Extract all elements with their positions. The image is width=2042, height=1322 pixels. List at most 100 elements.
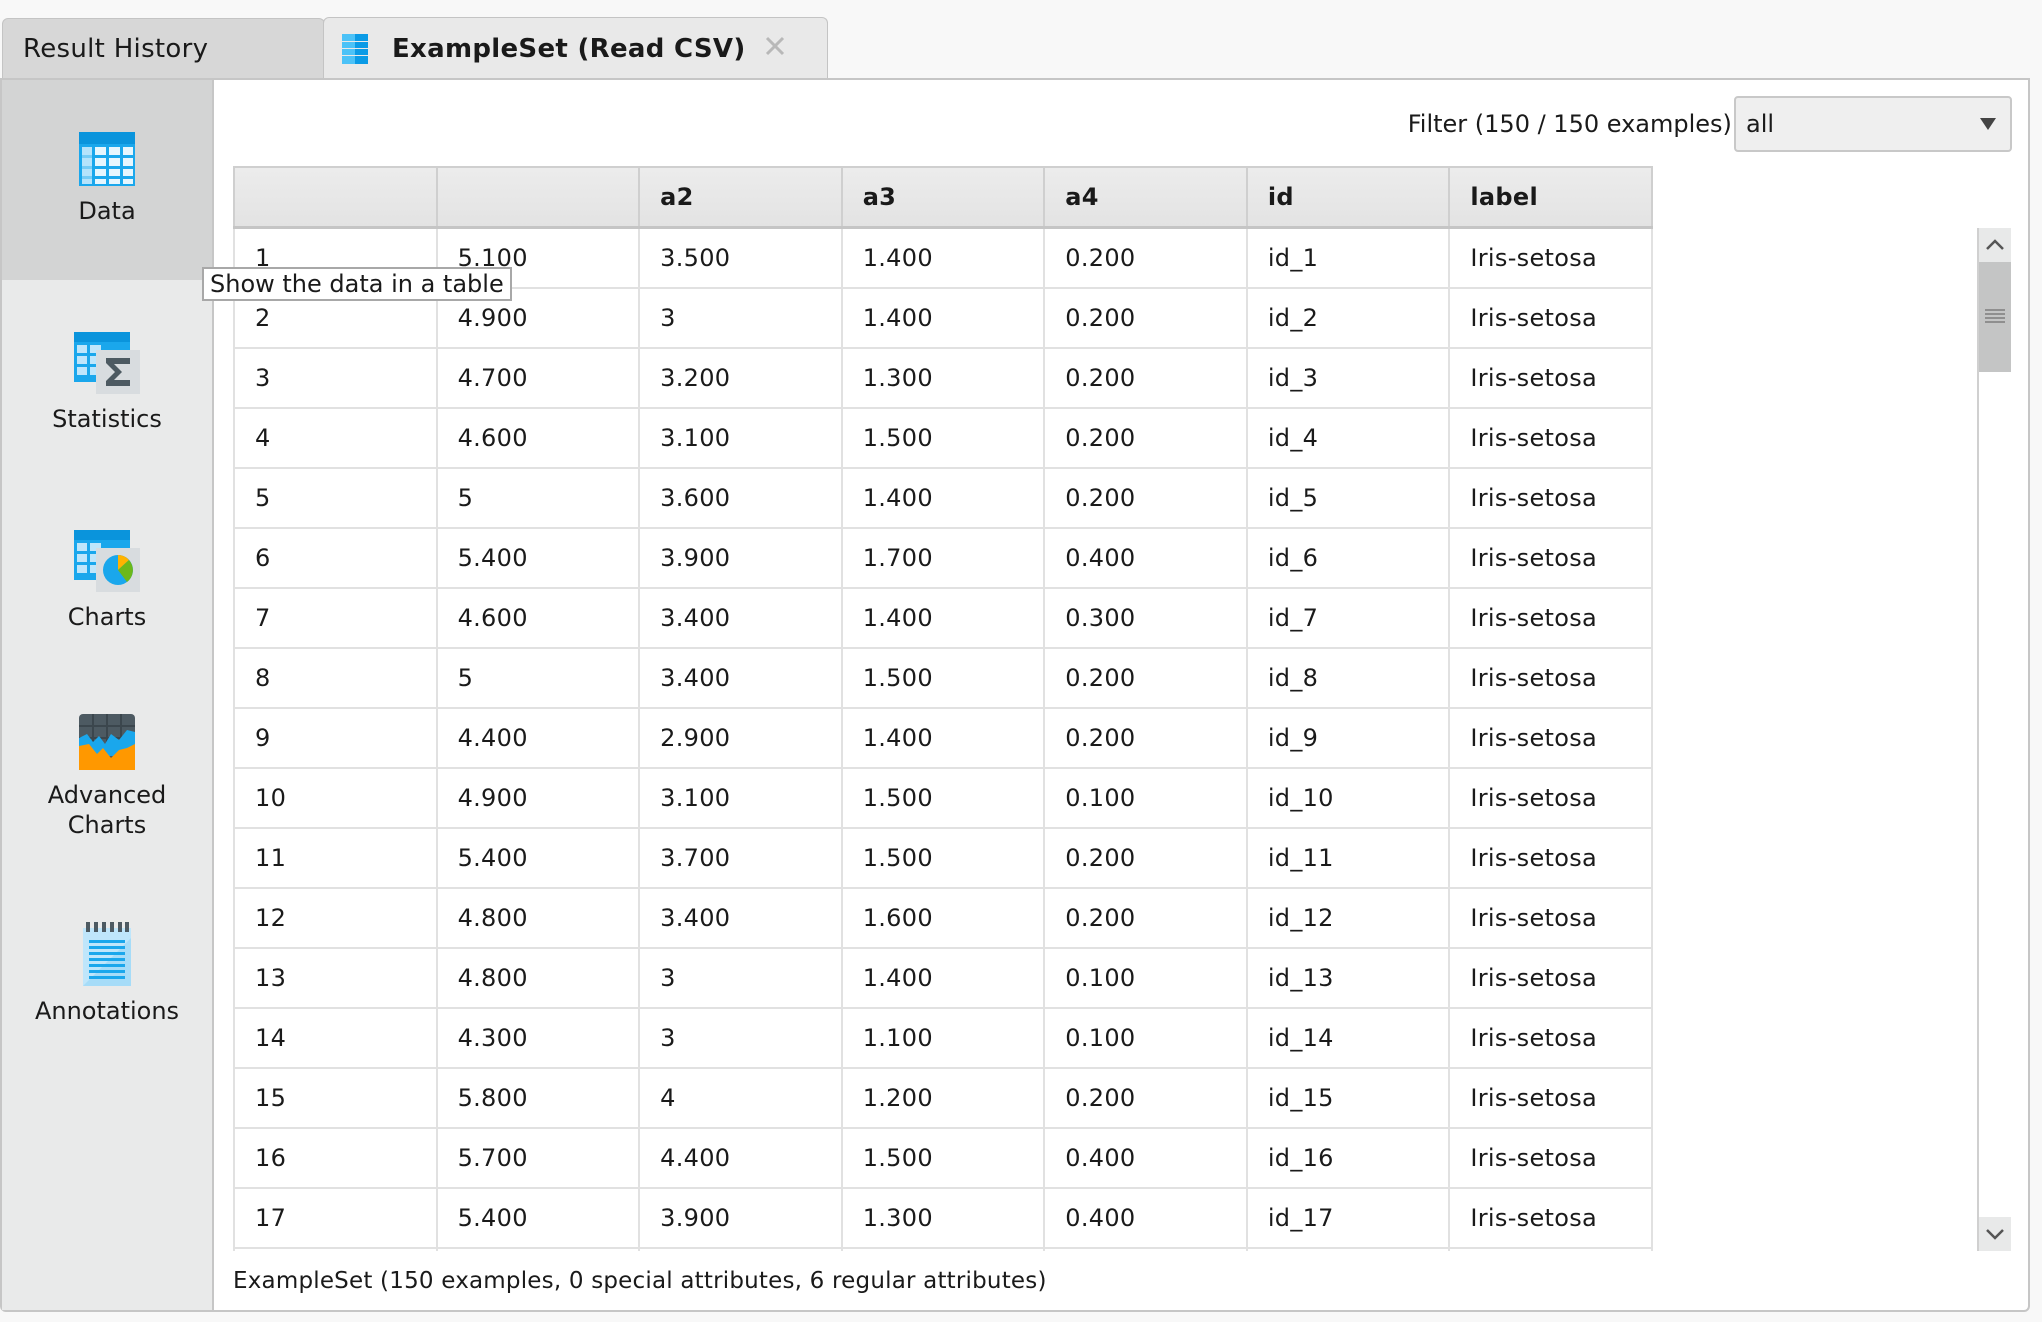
table-cell[interactable]: 1.500 <box>840 407 1046 469</box>
table-cell[interactable]: Iris-setosa <box>1448 467 1653 529</box>
table-row[interactable]: 9 4.400 2.900 1.400 0.200 id_9 Iris-setosa <box>233 707 1653 769</box>
table-cell[interactable]: 0.100 <box>1043 1007 1248 1069</box>
table-cell[interactable]: Iris-setosa <box>1448 827 1653 889</box>
table-cell[interactable]: 3.200 <box>638 347 843 409</box>
table-row[interactable]: 3 4.700 3.200 1.300 0.200 id_3 Iris-setosa <box>233 347 1653 409</box>
table-cell[interactable]: 5.700 <box>435 1127 641 1189</box>
table-row[interactable]: 14 4.300 3 1.100 0.100 id_14 Iris-setosa <box>233 1007 1653 1069</box>
table-row[interactable]: 15 5.800 4 1.200 0.200 id_15 Iris-setosa <box>233 1067 1653 1129</box>
table-cell[interactable]: 0.200 <box>1043 287 1248 349</box>
table-cell[interactable]: 6 <box>233 527 438 589</box>
table-cell[interactable]: 3 <box>638 1007 843 1069</box>
table-cell[interactable]: id_10 <box>1245 767 1451 829</box>
table-cell[interactable]: id_4 <box>1245 407 1451 469</box>
sidebar-item-advanced-charts[interactable]: Advanced Charts <box>2 714 212 840</box>
table-cell[interactable]: 3.700 <box>638 827 843 889</box>
table-cell[interactable]: 0.200 <box>1043 226 1248 289</box>
table-cell[interactable]: 16 <box>233 1127 438 1189</box>
table-row[interactable]: 6 5.400 3.900 1.700 0.400 id_6 Iris-setosa <box>233 527 1653 589</box>
table-cell[interactable]: 1.400 <box>840 587 1046 649</box>
table-cell[interactable]: 1.400 <box>840 226 1046 289</box>
table-row[interactable]: 17 5.400 3.900 1.300 0.400 id_17 Iris-setosa <box>233 1187 1653 1249</box>
table-cell[interactable]: Iris-setosa <box>1448 587 1653 649</box>
table-cell[interactable]: 1.400 <box>840 467 1046 529</box>
table-cell[interactable]: 3.400 <box>638 587 843 649</box>
table-cell[interactable]: 15 <box>233 1067 438 1129</box>
tab-result-history[interactable]: Result History <box>2 18 325 78</box>
table-cell[interactable]: 4 <box>638 1067 843 1129</box>
table-cell[interactable]: 5.400 <box>435 827 641 889</box>
table-cell[interactable]: Iris-setosa <box>1448 407 1653 469</box>
table-row[interactable]: 12 4.800 3.400 1.600 0.200 id_12 Iris-setosa <box>233 887 1653 949</box>
table-cell[interactable] <box>638 1247 843 1251</box>
table-cell[interactable]: 5 <box>435 647 641 709</box>
table-cell[interactable]: 1.500 <box>840 767 1046 829</box>
table-cell[interactable]: 4.600 <box>435 587 641 649</box>
table-row[interactable]: 11 5.400 3.700 1.500 0.200 id_11 Iris-setosa <box>233 827 1653 889</box>
table-cell[interactable]: 2.900 <box>638 707 843 769</box>
table-cell[interactable]: 3 <box>638 287 843 349</box>
table-cell[interactable]: id_16 <box>1245 1127 1451 1189</box>
column-header-a2[interactable]: a2 <box>638 166 843 229</box>
table-cell[interactable]: Iris-setosa <box>1448 1187 1653 1249</box>
table-cell[interactable]: id_7 <box>1245 587 1451 649</box>
table-cell[interactable]: 4.900 <box>435 767 641 829</box>
table-cell[interactable]: 1.600 <box>840 887 1046 949</box>
table-cell[interactable]: 1.400 <box>840 707 1046 769</box>
table-cell[interactable]: 1.300 <box>840 1187 1046 1249</box>
table-cell[interactable]: Iris-setosa <box>1448 707 1653 769</box>
table-cell[interactable]: 5.400 <box>435 1187 641 1249</box>
table-cell[interactable]: Iris-setosa <box>1448 226 1653 289</box>
table-cell[interactable]: Iris-setosa <box>1448 347 1653 409</box>
table-cell[interactable]: 1.400 <box>840 947 1046 1009</box>
table-cell[interactable]: 3.100 <box>638 767 843 829</box>
table-cell[interactable]: 11 <box>233 827 438 889</box>
column-header-id[interactable]: id <box>1245 166 1451 229</box>
column-header-label[interactable]: label <box>1448 166 1653 229</box>
table-cell[interactable]: 5 <box>435 467 641 529</box>
table-cell[interactable]: 4 <box>233 407 438 469</box>
column-header-row-no-[interactable] <box>233 166 438 229</box>
table-cell[interactable]: 1.500 <box>840 827 1046 889</box>
vertical-scrollbar[interactable] <box>1977 228 2011 1251</box>
table-cell[interactable]: id_14 <box>1245 1007 1451 1069</box>
table-cell[interactable]: 10 <box>233 767 438 829</box>
close-icon[interactable] <box>761 32 789 60</box>
table-cell[interactable]: 3.400 <box>638 887 843 949</box>
table-cell[interactable]: 1.100 <box>840 1007 1046 1069</box>
table-cell[interactable]: 0.200 <box>1043 707 1248 769</box>
table-cell[interactable]: 1.400 <box>840 287 1046 349</box>
table-cell[interactable]: 7 <box>233 587 438 649</box>
table-cell[interactable]: id_12 <box>1245 887 1451 949</box>
table-row[interactable]: 10 4.900 3.100 1.500 0.100 id_10 Iris-setosa <box>233 767 1653 829</box>
table-cell[interactable]: 5.800 <box>435 1067 641 1129</box>
sidebar-item-annotations[interactable]: Annotations <box>2 922 212 1026</box>
table-row[interactable]: 4 4.600 3.100 1.500 0.200 id_4 Iris-setosa <box>233 407 1653 469</box>
table-cell[interactable]: 5.400 <box>435 527 641 589</box>
sidebar-item-statistics[interactable]: Statistics <box>2 332 212 434</box>
table-cell[interactable]: 0.200 <box>1043 827 1248 889</box>
table-cell[interactable]: 3.600 <box>638 467 843 529</box>
table-cell[interactable]: id_2 <box>1245 287 1451 349</box>
table-cell[interactable]: 0.300 <box>1043 587 1248 649</box>
table-cell[interactable]: 1.500 <box>840 1127 1046 1189</box>
table-cell[interactable]: 3.100 <box>638 407 843 469</box>
table-cell[interactable] <box>233 1247 438 1251</box>
table-cell[interactable]: 0.200 <box>1043 647 1248 709</box>
table-cell[interactable]: 4.600 <box>435 407 641 469</box>
table-cell[interactable]: 0.400 <box>1043 1187 1248 1249</box>
table-cell[interactable]: id_1 <box>1245 226 1451 289</box>
table-cell[interactable] <box>1448 1247 1653 1251</box>
table-row[interactable]: 8 5 3.400 1.500 0.200 id_8 Iris-setosa <box>233 647 1653 709</box>
table-cell[interactable]: Iris-setosa <box>1448 887 1653 949</box>
table-cell[interactable]: 1.200 <box>840 1067 1046 1129</box>
table-cell[interactable]: 0.200 <box>1043 887 1248 949</box>
table-cell[interactable]: 17 <box>233 1187 438 1249</box>
table-cell[interactable]: 4.400 <box>435 707 641 769</box>
table-cell[interactable]: 9 <box>233 707 438 769</box>
table-cell[interactable]: 4.300 <box>435 1007 641 1069</box>
column-header-a4[interactable]: a4 <box>1043 166 1248 229</box>
table-cell[interactable]: Iris-setosa <box>1448 947 1653 1009</box>
sidebar-item-data[interactable]: Data <box>2 80 212 280</box>
table-cell[interactable]: id_15 <box>1245 1067 1451 1129</box>
